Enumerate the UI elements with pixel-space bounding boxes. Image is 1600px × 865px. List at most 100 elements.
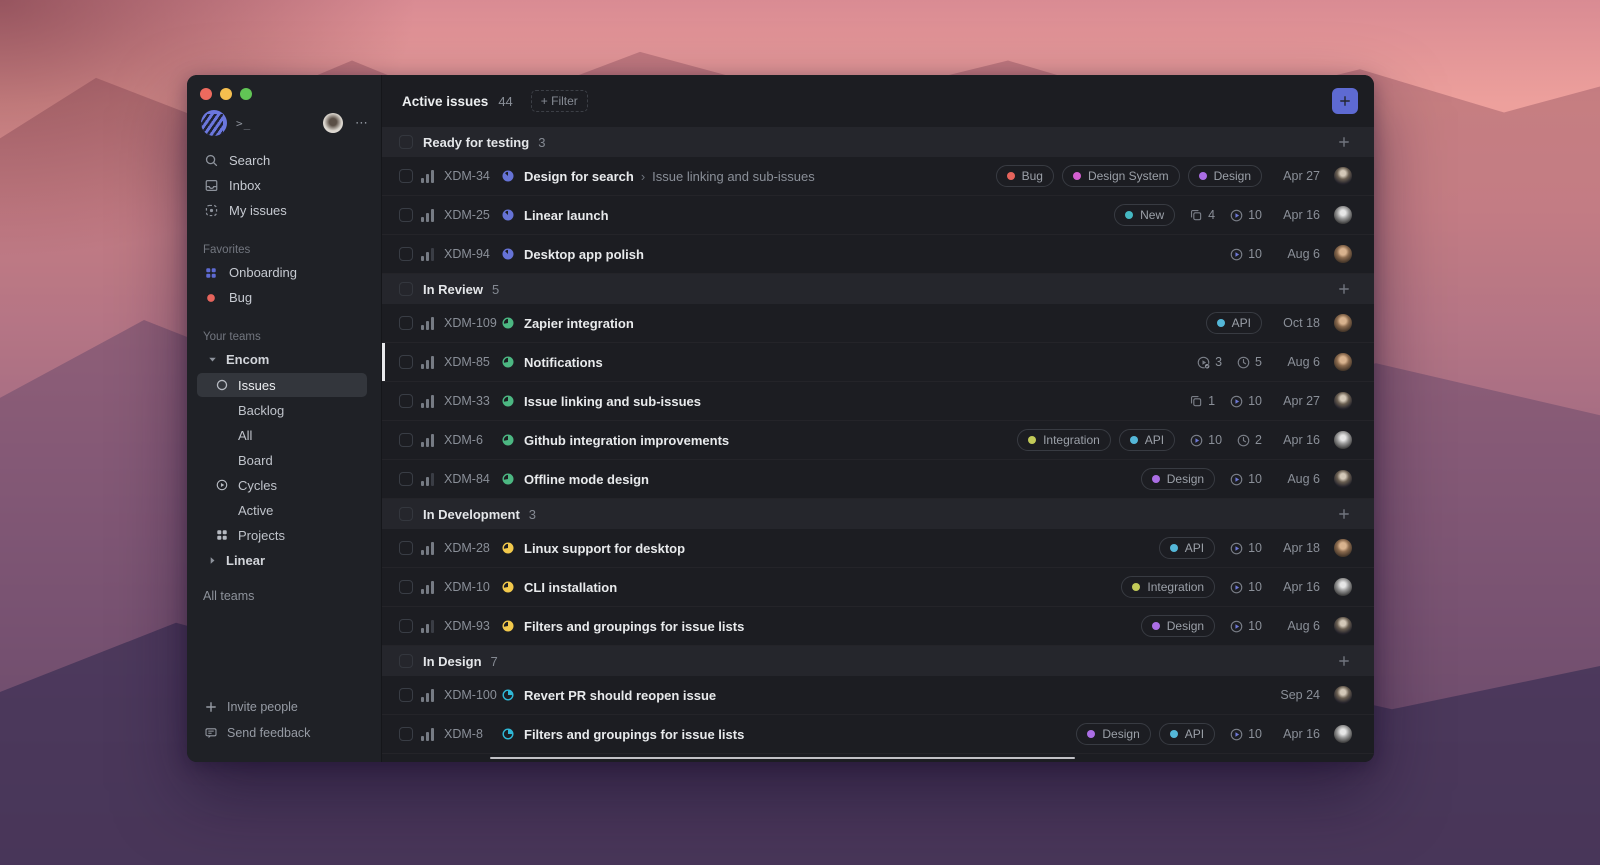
issue-row-xdm-33[interactable]: XDM-33Issue linking and sub-issues110Apr… bbox=[382, 382, 1374, 421]
label-pill-new[interactable]: New bbox=[1114, 204, 1175, 226]
add-issue-icon[interactable] bbox=[1336, 134, 1352, 150]
issue-row-xdm-94[interactable]: XDM-94Desktop app polish10Aug 6 bbox=[382, 235, 1374, 274]
issue-row-xdm-28[interactable]: XDM-28Linux support for desktopAPI10Apr … bbox=[382, 529, 1374, 568]
more-icon[interactable]: ⋯ bbox=[355, 115, 369, 131]
priority-high-icon[interactable] bbox=[421, 689, 437, 702]
group-checkbox[interactable] bbox=[399, 282, 413, 296]
status-icon[interactable] bbox=[501, 727, 515, 741]
add-issue-icon[interactable] bbox=[1336, 653, 1352, 669]
sidebar-item-inbox[interactable]: Inbox bbox=[187, 173, 381, 198]
team-linear[interactable]: Linear bbox=[187, 548, 381, 573]
issue-checkbox[interactable] bbox=[399, 169, 413, 183]
issue-checkbox[interactable] bbox=[399, 355, 413, 369]
label-pill-design[interactable]: Design bbox=[1141, 468, 1215, 490]
sidebar-item-my-issues[interactable]: My issues bbox=[187, 198, 381, 223]
group-checkbox[interactable] bbox=[399, 135, 413, 149]
label-pill-api[interactable]: API bbox=[1206, 312, 1262, 334]
assignee-avatar[interactable] bbox=[1334, 206, 1352, 224]
status-icon[interactable] bbox=[501, 247, 515, 261]
assignee-avatar[interactable] bbox=[1334, 617, 1352, 635]
label-pill-integration[interactable]: Integration bbox=[1121, 576, 1215, 598]
workspace-logo-icon[interactable] bbox=[201, 110, 227, 136]
new-issue-button[interactable] bbox=[1332, 88, 1358, 114]
minimize-button[interactable] bbox=[220, 88, 232, 100]
favorite-item-onboarding[interactable]: Onboarding bbox=[187, 260, 381, 285]
assignee-avatar[interactable] bbox=[1334, 725, 1352, 743]
invite-people-button[interactable]: Invite people bbox=[187, 694, 381, 720]
assignee-avatar[interactable] bbox=[1334, 167, 1352, 185]
issue-checkbox[interactable] bbox=[399, 472, 413, 486]
issue-checkbox[interactable] bbox=[399, 688, 413, 702]
issue-row-xdm-8[interactable]: XDM-8Filters and groupings for issue lis… bbox=[382, 715, 1374, 754]
status-icon[interactable] bbox=[501, 355, 515, 369]
assignee-avatar[interactable] bbox=[1334, 539, 1352, 557]
issue-row-xdm-34[interactable]: XDM-34Design for search›Issue linking an… bbox=[382, 157, 1374, 196]
status-icon[interactable] bbox=[501, 688, 515, 702]
issue-row-xdm-100[interactable]: XDM-100Revert PR should reopen issueSep … bbox=[382, 676, 1374, 715]
sidebar-item-backlog[interactable]: Backlog bbox=[197, 398, 367, 422]
priority-high-icon[interactable] bbox=[421, 356, 437, 369]
label-pill-design-system[interactable]: Design System bbox=[1062, 165, 1180, 187]
send-feedback-button[interactable]: Send feedback bbox=[187, 720, 381, 746]
priority-high-icon[interactable] bbox=[421, 395, 437, 408]
priority-medium-icon[interactable] bbox=[421, 248, 437, 261]
priority-high-icon[interactable] bbox=[421, 728, 437, 741]
issue-row-xdm-93[interactable]: XDM-93Filters and groupings for issue li… bbox=[382, 607, 1374, 646]
issue-checkbox[interactable] bbox=[399, 208, 413, 222]
issue-checkbox[interactable] bbox=[399, 247, 413, 261]
group-checkbox[interactable] bbox=[399, 654, 413, 668]
priority-high-icon[interactable] bbox=[421, 581, 437, 594]
issue-checkbox[interactable] bbox=[399, 394, 413, 408]
sidebar-item-all[interactable]: All bbox=[197, 423, 367, 447]
status-icon[interactable] bbox=[501, 472, 515, 486]
priority-high-icon[interactable] bbox=[421, 170, 437, 183]
issue-row-xdm-85[interactable]: XDM-85Notifications35Aug 6 bbox=[382, 343, 1374, 382]
label-pill-api[interactable]: API bbox=[1159, 723, 1215, 745]
user-avatar[interactable] bbox=[323, 113, 343, 133]
issue-checkbox[interactable] bbox=[399, 580, 413, 594]
label-pill-design[interactable]: Design bbox=[1141, 615, 1215, 637]
assignee-avatar[interactable] bbox=[1334, 578, 1352, 596]
label-pill-design[interactable]: Design bbox=[1076, 723, 1150, 745]
issue-checkbox[interactable] bbox=[399, 727, 413, 741]
filter-button[interactable]: + Filter bbox=[531, 90, 588, 112]
priority-medium-icon[interactable] bbox=[421, 620, 437, 633]
assignee-avatar[interactable] bbox=[1334, 392, 1352, 410]
priority-high-icon[interactable] bbox=[421, 317, 437, 330]
assignee-avatar[interactable] bbox=[1334, 431, 1352, 449]
close-button[interactable] bbox=[200, 88, 212, 100]
status-icon[interactable] bbox=[501, 394, 515, 408]
sidebar-item-projects[interactable]: Projects bbox=[197, 523, 367, 547]
assignee-avatar[interactable] bbox=[1334, 245, 1352, 263]
issue-checkbox[interactable] bbox=[399, 541, 413, 555]
issue-checkbox[interactable] bbox=[399, 316, 413, 330]
issue-checkbox[interactable] bbox=[399, 619, 413, 633]
team-encom[interactable]: Encom bbox=[187, 347, 381, 372]
label-pill-api[interactable]: API bbox=[1119, 429, 1175, 451]
sidebar-item-issues[interactable]: Issues bbox=[197, 373, 367, 397]
priority-high-icon[interactable] bbox=[421, 434, 437, 447]
label-pill-integration[interactable]: Integration bbox=[1017, 429, 1111, 451]
add-issue-icon[interactable] bbox=[1336, 506, 1352, 522]
sidebar-item-active[interactable]: Active bbox=[197, 498, 367, 522]
assignee-avatar[interactable] bbox=[1334, 314, 1352, 332]
sidebar-item-search[interactable]: Search bbox=[187, 148, 381, 173]
zoom-button[interactable] bbox=[240, 88, 252, 100]
priority-medium-icon[interactable] bbox=[421, 473, 437, 486]
priority-high-icon[interactable] bbox=[421, 542, 437, 555]
priority-high-icon[interactable] bbox=[421, 209, 437, 222]
status-icon[interactable] bbox=[501, 316, 515, 330]
label-pill-bug[interactable]: Bug bbox=[996, 165, 1054, 187]
label-pill-api[interactable]: API bbox=[1159, 537, 1215, 559]
assignee-avatar[interactable] bbox=[1334, 353, 1352, 371]
issue-row-xdm-25[interactable]: XDM-25Linear launchNew410Apr 16 bbox=[382, 196, 1374, 235]
sidebar-item-cycles[interactable]: Cycles bbox=[197, 473, 367, 497]
status-icon[interactable] bbox=[501, 169, 515, 183]
sidebar-item-board[interactable]: Board bbox=[197, 448, 367, 472]
status-icon[interactable] bbox=[501, 433, 515, 447]
group-checkbox[interactable] bbox=[399, 507, 413, 521]
status-icon[interactable] bbox=[501, 619, 515, 633]
issue-checkbox[interactable] bbox=[399, 433, 413, 447]
issue-row-xdm-6[interactable]: XDM-6Github integration improvementsInte… bbox=[382, 421, 1374, 460]
issue-row-xdm-10[interactable]: XDM-10CLI installationIntegration10Apr 1… bbox=[382, 568, 1374, 607]
